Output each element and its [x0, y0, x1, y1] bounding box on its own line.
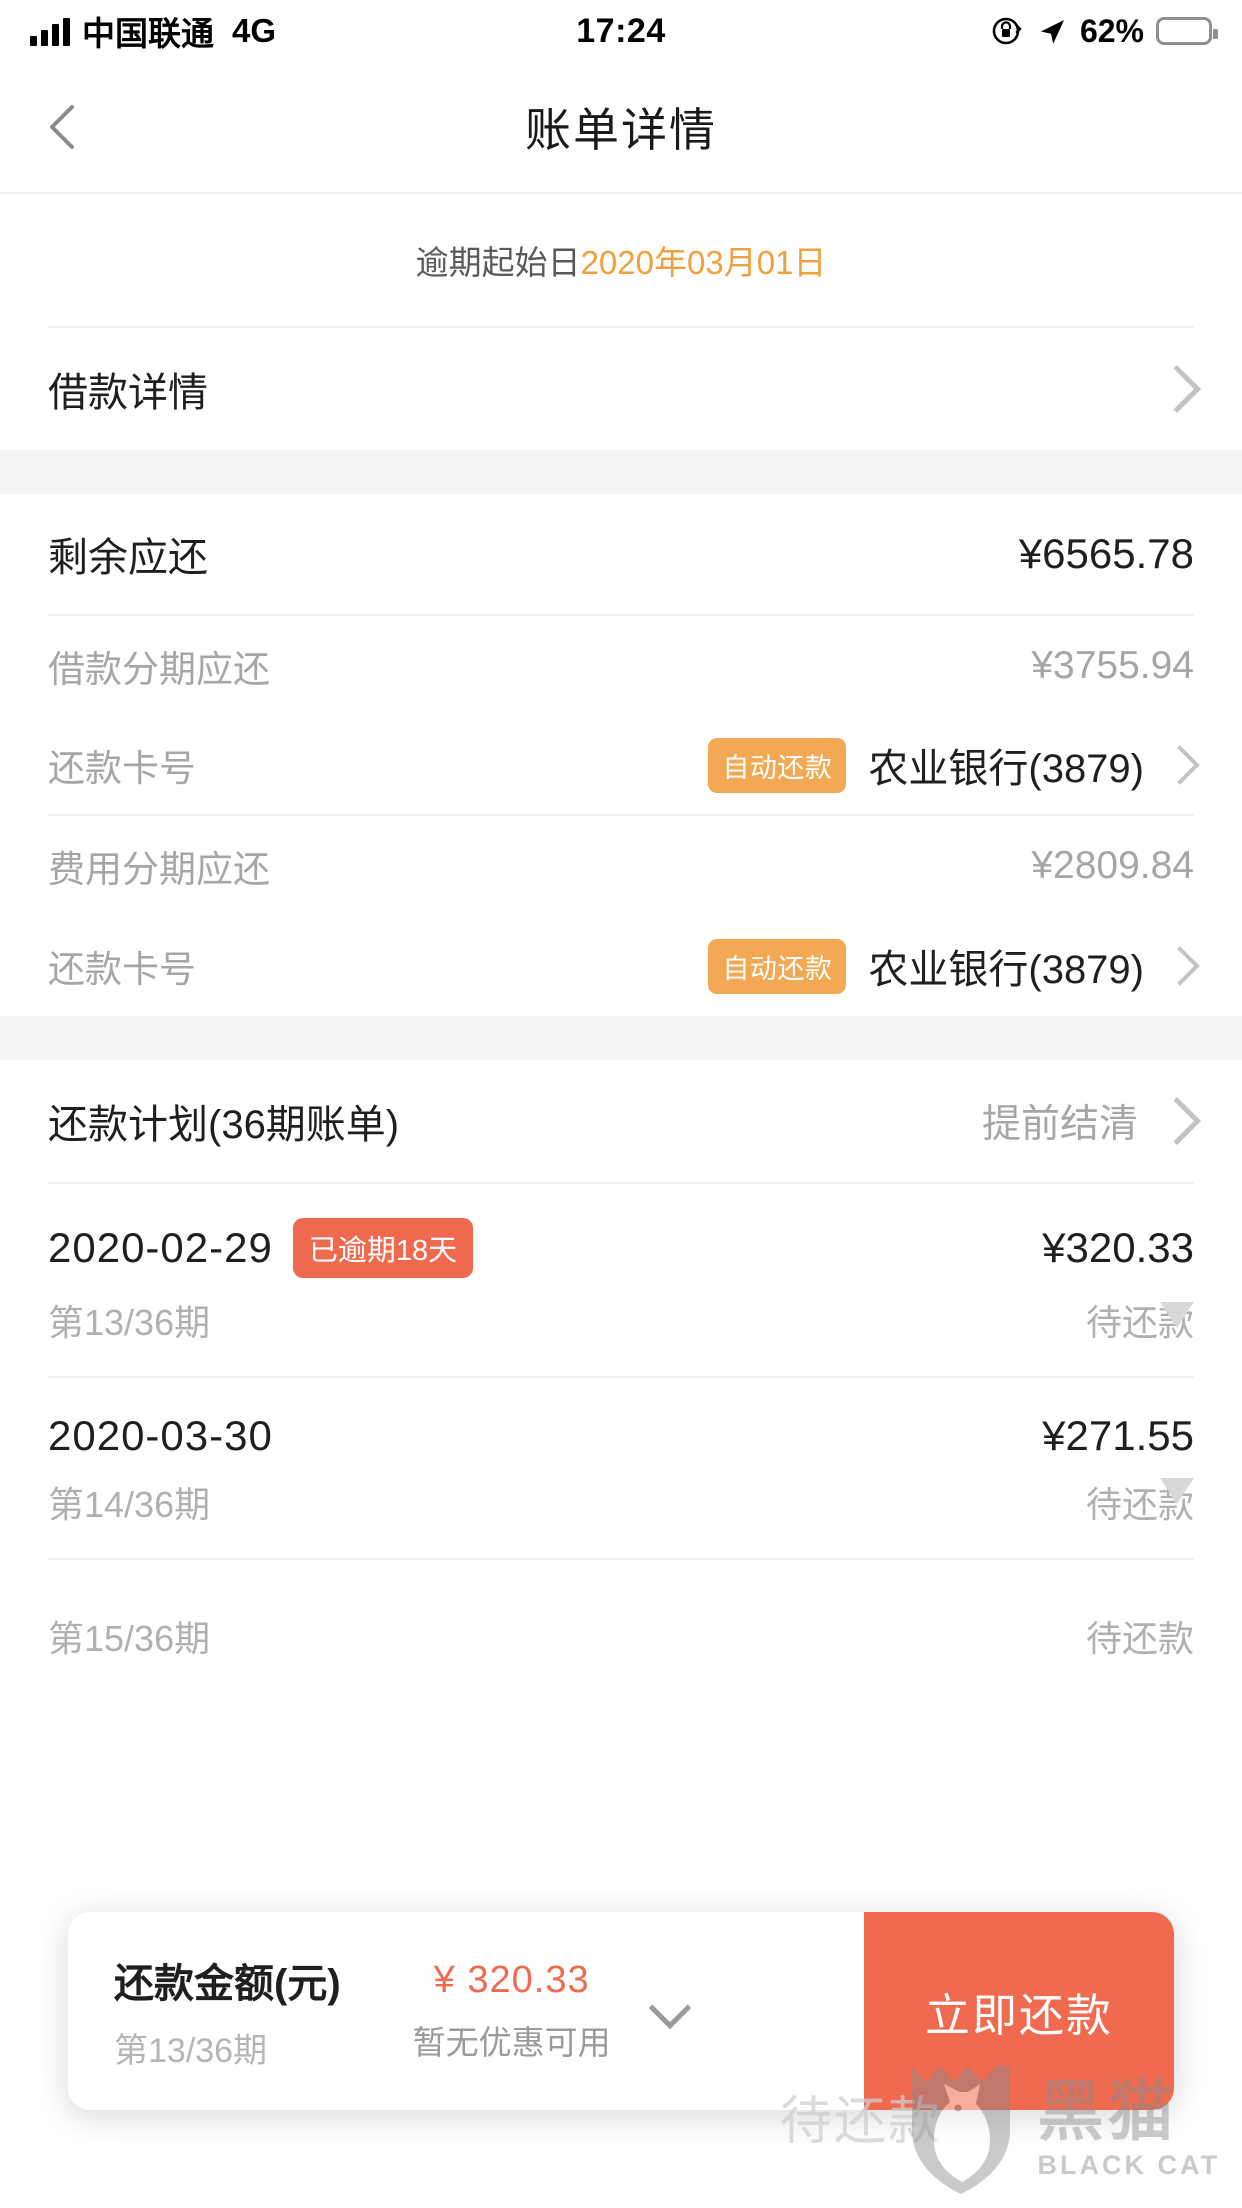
chevron-right-icon — [1160, 946, 1200, 986]
overdue-notice-date: 2020年03月01日 — [580, 244, 827, 281]
location-arrow-icon — [1040, 20, 1064, 44]
plan-item-date: 2020-03-30 — [48, 1412, 273, 1459]
list-item[interactable]: 2020-03-30 ¥271.55 第14/36期 待还款 — [0, 1378, 1242, 1558]
repay-amount-labels: 还款金额(元) 第13/36期 — [114, 1951, 341, 2072]
repay-promo-text: 暂无优惠可用 — [412, 2023, 611, 2061]
summary-block: 剩余应还 ¥6565.78 借款分期应还 ¥3755.94 还款卡号 自动还款 … — [0, 494, 1242, 1016]
repay-amount-values: ¥ 320.33 暂无优惠可用 — [413, 1959, 611, 2064]
chevron-right-icon — [1152, 1096, 1202, 1146]
fee-installment-amount-label: 费用分期应还 — [48, 849, 270, 890]
back-button[interactable] — [34, 97, 94, 157]
repay-amount-value: ¥ 320.33 — [433, 1958, 590, 2001]
plan-item-top: 2020-03-30 ¥271.55 — [48, 1412, 1194, 1460]
plan-item-bottom: 第13/36期 待还款 — [48, 1294, 1194, 1346]
expand-caret-icon[interactable] — [1160, 1478, 1194, 1504]
plan-item-amount: ¥320.33 — [1042, 1224, 1194, 1271]
status-bar-clock: 17:24 — [576, 11, 666, 50]
remaining-due-value: ¥6565.78 — [1018, 530, 1194, 577]
section-gap-2 — [0, 1016, 1242, 1060]
fee-repay-bank-value: 农业银行(3879) — [868, 948, 1144, 992]
loan-repay-bank-value: 农业银行(3879) — [868, 747, 1144, 791]
plan-item-term: 第15/36期 — [48, 1618, 211, 1659]
status-bar-right: 62% — [666, 12, 1218, 50]
loan-detail-label: 借款详情 — [48, 371, 208, 415]
repay-amount-area[interactable]: 还款金额(元) 第13/36期 ¥ 320.33 暂无优惠可用 — [68, 1912, 864, 2110]
status-bar-left: 中国联通 4G — [30, 7, 576, 55]
chevron-left-icon — [50, 105, 74, 149]
section-gap-1 — [0, 450, 1242, 494]
loan-installment-amount-value: ¥3755.94 — [1031, 644, 1194, 687]
early-settlement-label: 提前结清 — [981, 1103, 1138, 1146]
list-item[interactable]: 第15/36期 待还款 — [0, 1560, 1242, 1692]
loan-detail-block: 借款详情 — [0, 326, 1242, 450]
overdue-notice-label: 逾期起始日 — [415, 244, 581, 281]
list-item[interactable]: 2020-02-29 已逾期18天 ¥320.33 第13/36期 待还款 — [0, 1184, 1242, 1376]
fee-repay-card-row[interactable]: 还款卡号 自动还款 农业银行(3879) — [48, 916, 1200, 1016]
rotation-lock-icon — [992, 17, 1022, 45]
loan-repay-card-label: 还款卡号 — [48, 748, 196, 789]
signal-bars-icon — [30, 16, 70, 46]
repayment-plan-title: 还款计划(36期账单) — [48, 1103, 400, 1147]
watermark-en: BLACK CAT — [1037, 2149, 1220, 2180]
chevron-right-icon — [1160, 745, 1200, 785]
plan-item-term: 第13/36期 — [48, 1302, 211, 1343]
plan-item-bottom: 第14/36期 待还款 — [48, 1476, 1194, 1528]
fee-installment-amount-value: ¥2809.84 — [1031, 844, 1194, 887]
nav-bar: 账单详情 — [0, 62, 1242, 192]
auto-repay-badge: 自动还款 — [708, 737, 847, 793]
page-title: 账单详情 — [525, 104, 717, 156]
plan-item-amount: ¥271.55 — [1042, 1412, 1194, 1459]
plan-item-status: 待还款 — [1085, 1618, 1194, 1659]
watermark: 黑猫 BLACK CAT — [906, 2058, 1220, 2198]
watermark-cn: 黑猫 — [1037, 2073, 1178, 2148]
overdue-notice: 逾期起始日 2020年03月01日 — [0, 194, 1242, 326]
battery-icon — [1156, 17, 1218, 45]
watermark-text: 黑猫 BLACK CAT — [1038, 2078, 1220, 2179]
auto-repay-badge: 自动还款 — [708, 938, 847, 994]
loan-detail-row[interactable]: 借款详情 — [48, 328, 1202, 450]
plan-item-bottom: 第15/36期 待还款 — [48, 1610, 1194, 1662]
status-badge: 已逾期18天 — [292, 1218, 474, 1278]
plan-item-term: 第14/36期 — [48, 1484, 211, 1525]
repay-amount-term: 第13/36期 — [114, 2031, 268, 2070]
network-type: 4G — [232, 12, 277, 49]
carrier-name: 中国联通 — [82, 15, 214, 52]
fee-installment-amount-row: 费用分期应还 ¥2809.84 — [48, 816, 1194, 916]
plan-item-date: 2020-02-29 — [48, 1224, 273, 1271]
fee-repay-card-label: 还款卡号 — [48, 949, 196, 990]
chevron-down-icon[interactable] — [648, 1986, 691, 2030]
chevron-right-icon — [1152, 364, 1202, 414]
expand-caret-icon[interactable] — [1160, 1302, 1194, 1328]
remaining-due-row: 剩余应还 ¥6565.78 — [48, 494, 1194, 616]
loan-installment-amount-row: 借款分期应还 ¥3755.94 — [48, 616, 1194, 716]
repayment-plan-block: 还款计划(36期账单) 提前结清 — [0, 1060, 1242, 1182]
battery-percent: 62% — [1079, 12, 1144, 49]
phone-screen: 中国联通 4G 17:24 62% 账单详情 逾期起始日 2020年03月01日… — [0, 0, 1242, 2208]
loan-repay-card-row[interactable]: 还款卡号 自动还款 农业银行(3879) — [48, 716, 1200, 816]
status-bar: 中国联通 4G 17:24 62% — [0, 0, 1242, 62]
black-cat-shield-icon — [911, 2066, 1010, 2194]
repay-amount-title: 还款金额(元) — [114, 1961, 341, 2006]
remaining-due-label: 剩余应还 — [48, 536, 208, 580]
repayment-plan-header-row[interactable]: 还款计划(36期账单) 提前结清 — [48, 1060, 1202, 1182]
loan-installment-amount-label: 借款分期应还 — [48, 649, 270, 690]
plan-item-top: 2020-02-29 已逾期18天 ¥320.33 — [48, 1218, 1194, 1278]
